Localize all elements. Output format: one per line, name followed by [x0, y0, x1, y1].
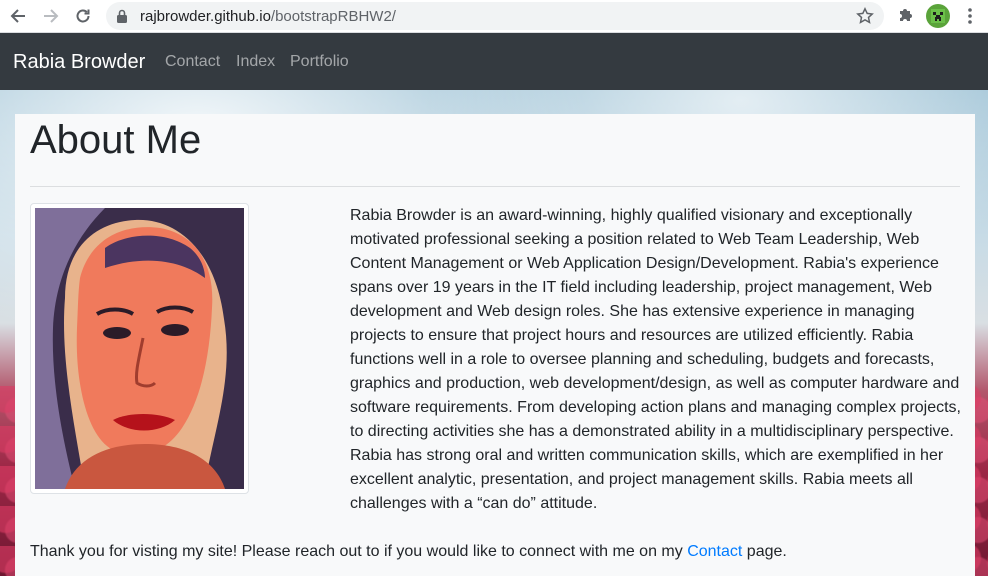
contact-message-text: Thank you for visting my site! Please re… [30, 543, 688, 560]
kebab-menu-icon[interactable] [962, 6, 978, 31]
divider [30, 186, 960, 187]
url-text: rajbrowder.github.io/bootstrapRBHW2/ [140, 8, 396, 25]
bio-paragraph: Rabia Browder is an award-winning, highl… [350, 207, 961, 512]
bookmark-star-icon[interactable] [856, 7, 874, 30]
reload-icon[interactable] [71, 5, 95, 27]
url-host: rajbrowder.github.io [140, 8, 271, 25]
back-arrow-icon[interactable] [6, 5, 30, 27]
profile-avatar-icon[interactable] [926, 4, 950, 28]
nav-link-contact[interactable]: Contact [165, 53, 220, 71]
profile-photo [35, 208, 244, 489]
page-title: About Me [30, 118, 202, 162]
site-navbar: Rabia Browder Contact Index Portfolio [0, 33, 988, 90]
content-card: About Me Rabia Browder is an award-winni… [15, 114, 975, 576]
address-bar[interactable]: rajbrowder.github.io/bootstrapRBHW2/ [106, 2, 884, 30]
contact-message-end: page. [742, 543, 787, 560]
contact-message: Thank you for visting my site! Please re… [30, 540, 787, 564]
nav-link-index[interactable]: Index [236, 53, 275, 71]
browser-toolbar: rajbrowder.github.io/bootstrapRBHW2/ [0, 0, 988, 33]
forward-arrow-icon[interactable] [39, 5, 63, 27]
url-path: /bootstrapRBHW2/ [270, 8, 396, 25]
puzzle-icon[interactable] [897, 6, 915, 29]
contact-link[interactable]: Contact [687, 543, 742, 560]
profile-photo-frame [30, 203, 249, 494]
lock-icon [116, 9, 128, 28]
navbar-brand[interactable]: Rabia Browder [13, 51, 145, 74]
nav-link-portfolio[interactable]: Portfolio [290, 53, 349, 71]
